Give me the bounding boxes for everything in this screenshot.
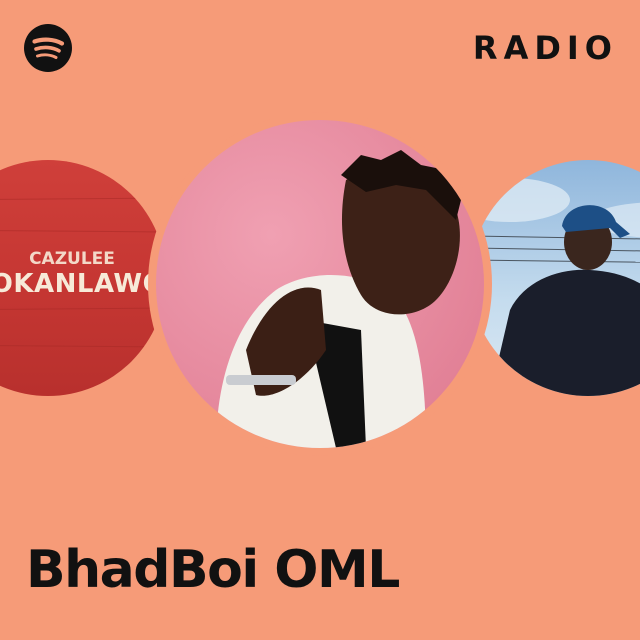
album-art-left: CAZULEE OKANLAWO — [0, 160, 166, 396]
radio-label: RADIO — [472, 29, 618, 67]
album-art-left-text-main: OKANLAWO — [0, 269, 165, 299]
album-art-right — [470, 160, 640, 396]
spotify-logo-icon — [24, 24, 72, 72]
station-title: BhadBoi OML — [26, 540, 400, 600]
album-art-left-text-top: CAZULEE — [29, 249, 115, 269]
album-art-center — [156, 120, 484, 448]
radio-cover-card: RADIO CAZULEE OKANLAWO BhadBoi OML — [0, 0, 640, 640]
